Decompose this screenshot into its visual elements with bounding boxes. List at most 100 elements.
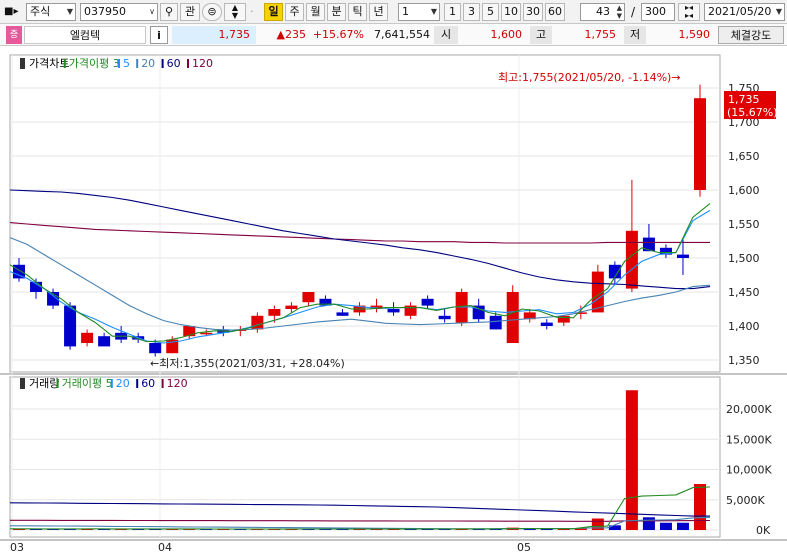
candle-body [98, 336, 111, 347]
chevron-down-icon: ▼ [66, 7, 73, 16]
count-separator: / [631, 5, 636, 19]
price-tick-label: 1,400 [728, 320, 760, 333]
market-badge: 증 [6, 26, 22, 44]
volume-tick-label: 5,000K [726, 494, 765, 507]
volume-bar [625, 390, 638, 530]
legend-swatch [136, 59, 139, 68]
legend-label: 20 [116, 377, 130, 390]
high-price: 1,755 [584, 28, 617, 41]
candle-body [81, 332, 94, 343]
legend-swatch [161, 59, 164, 68]
price-change-pct: +15.67% [312, 28, 364, 41]
chevron-down-icon: ∨ [149, 7, 155, 16]
stock-name: 엘컴텍 [24, 26, 146, 44]
candle-body [200, 332, 213, 335]
x-axis-label: 04 [158, 541, 172, 554]
candle-body [421, 298, 434, 306]
fit-button[interactable]: ▸◂ ▸◂ [678, 3, 700, 21]
search-button[interactable]: ⚲ [160, 3, 178, 21]
volume-tick-label: 10,000K [726, 464, 772, 477]
legend-marker [20, 58, 25, 69]
max-annotation: 최고:1,755(2021/05/20, -1.14%)→ [498, 71, 681, 84]
candle-body [336, 312, 349, 316]
quick-interval-button[interactable]: 10 [501, 3, 521, 21]
legend-swatch [118, 59, 120, 68]
candle-body [625, 230, 638, 289]
spin-icon[interactable]: ▲ ▼ [617, 4, 622, 20]
chevron-updown-icon: ▲ ▼ [231, 3, 239, 20]
trade-volume: 7,641,554 [374, 28, 430, 41]
legend-label: 거래이평 5 [62, 377, 113, 390]
x-axis-label: 03 [10, 541, 24, 554]
legend-swatch [161, 379, 164, 388]
date-select[interactable]: 2021/05/20 ▼ [704, 3, 785, 21]
candle-body [149, 343, 162, 354]
candle-body [540, 322, 553, 326]
candle-body [489, 315, 502, 330]
last-price-value: 1,735 [728, 93, 760, 106]
favorite-button[interactable]: 관 [180, 3, 200, 21]
settings-button[interactable]: ⊜ [202, 3, 222, 21]
legend-swatch [136, 379, 139, 388]
legend-label: 60 [141, 377, 155, 390]
panel-toggle-icon[interactable]: ■▸ [4, 6, 22, 18]
legend-swatch [63, 59, 66, 68]
candle-body [506, 292, 519, 343]
total-count-input[interactable]: 300 [641, 3, 675, 21]
volume-tick-label: 20,000K [726, 403, 772, 416]
high-label: 고 [530, 26, 552, 44]
candle-body [64, 305, 77, 347]
volume-tick-label: 0K [756, 524, 771, 537]
x-axis-label: 05 [517, 541, 531, 554]
legend-swatch [110, 379, 113, 388]
settings-icon: ⊜ [207, 5, 217, 18]
volume-bar [659, 522, 672, 530]
legend-label: 120 [192, 57, 213, 70]
quick-interval-button[interactable]: 5 [482, 3, 499, 21]
strength-button[interactable]: 체결강도 [718, 26, 784, 44]
candle-body [285, 305, 298, 309]
price-tick-label: 1,350 [728, 354, 760, 367]
volume-bar [694, 484, 706, 530]
period-tab[interactable]: 일 [264, 3, 283, 21]
period-tab[interactable]: 분 [327, 3, 346, 21]
price-tick-label: 1,650 [728, 150, 760, 163]
legend-label: 가격차트 [29, 57, 69, 70]
quick-interval-button[interactable]: 3 [463, 3, 480, 21]
chart-area[interactable]: 1,750 1,700 1,650 1,600 1,550 1,500 1,450 1,400… [0, 47, 787, 555]
chevron-down-icon: ▼ [430, 7, 437, 16]
stepper-button[interactable]: ▲ ▼ [224, 3, 246, 21]
period-tab[interactable]: 월 [306, 3, 325, 21]
price-tick-label: 1,500 [728, 252, 760, 265]
view-count-input[interactable]: 43 ▲ ▼ [580, 3, 625, 21]
legend-label: 가격이평 3 [69, 57, 120, 70]
candle-body [251, 315, 264, 330]
volume-bar [642, 517, 655, 530]
candle-body [694, 98, 706, 190]
chart-canvas[interactable]: 1,7501,7001,6501,6001,5501,5001,4501,400… [0, 47, 787, 555]
period-tab[interactable]: 주 [285, 3, 304, 21]
search-icon: ⚲ [164, 5, 174, 18]
quick-interval-button[interactable]: 30 [523, 3, 543, 21]
stock-code-input[interactable]: 037950 ∨ [80, 3, 158, 21]
open-price: 1,600 [490, 28, 523, 41]
min-annotation: ←최저:1,355(2021/03/31, +28.04%) [150, 357, 345, 370]
interval-select[interactable]: 1 ▼ [398, 3, 440, 21]
quick-interval-button[interactable]: 60 [545, 3, 565, 21]
chevron-down-icon: ▼ [775, 7, 782, 16]
price-panel [9, 54, 721, 373]
quick-interval-button[interactable]: 1 [444, 3, 461, 21]
period-tab[interactable]: 틱 [348, 3, 367, 21]
info-button[interactable]: i [150, 26, 168, 44]
last-price-pct: (15.67%) [727, 106, 778, 119]
open-label: 시 [434, 26, 458, 44]
expand-icon: ▸◂ ▸◂ [684, 3, 694, 20]
separator-icon: · [250, 5, 254, 18]
market-select[interactable]: 주식 ▼ [26, 3, 76, 21]
legend-label: 20 [141, 57, 155, 70]
period-tab[interactable]: 년 [369, 3, 388, 21]
candle-body [268, 309, 281, 316]
volume-tick-label: 15,000K [726, 433, 772, 446]
low-price: 1,590 [678, 28, 711, 41]
candle-body [438, 315, 451, 320]
